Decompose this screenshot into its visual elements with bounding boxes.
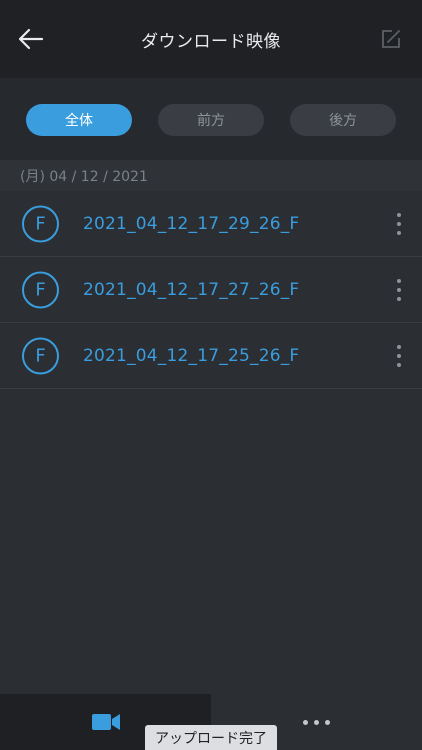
list-item[interactable]: F 2021_04_12_17_27_26_F: [0, 257, 422, 323]
more-vertical-icon[interactable]: [396, 344, 402, 367]
arrow-left-icon[interactable]: [18, 28, 44, 50]
more-vertical-icon[interactable]: [396, 212, 402, 235]
date-section-header: (月) 04 / 12 / 2021: [0, 160, 422, 191]
list-item[interactable]: F 2021_04_12_17_25_26_F: [0, 323, 422, 389]
filter-bar: 全体 前方 後方: [0, 78, 422, 160]
page-title: ダウンロード映像: [141, 31, 281, 52]
file-name[interactable]: 2021_04_12_17_29_26_F: [83, 214, 299, 234]
filter-all-button[interactable]: 全体: [26, 104, 132, 136]
more-vertical-icon[interactable]: [396, 278, 402, 301]
upload-complete-toast: アップロード完了: [145, 725, 277, 750]
download-video-screen: ダウンロード映像 全体 前方 後方 (月) 04 / 12 / 2021 F 2…: [0, 0, 422, 750]
filter-front-button[interactable]: 前方: [158, 104, 264, 136]
video-camera-icon: [91, 714, 120, 730]
file-name[interactable]: 2021_04_12_17_27_26_F: [83, 280, 299, 300]
filter-rear-button[interactable]: 後方: [290, 104, 396, 136]
front-camera-badge: F: [22, 337, 59, 374]
edit-icon[interactable]: [380, 28, 402, 50]
top-app-bar: ダウンロード映像: [0, 0, 422, 78]
video-file-list: F 2021_04_12_17_29_26_F F 2021_04_12_17_…: [0, 191, 422, 389]
front-camera-badge: F: [22, 205, 59, 242]
more-horizontal-icon: [303, 719, 330, 725]
front-camera-badge: F: [22, 271, 59, 308]
file-name[interactable]: 2021_04_12_17_25_26_F: [83, 346, 299, 366]
list-item[interactable]: F 2021_04_12_17_29_26_F: [0, 191, 422, 257]
